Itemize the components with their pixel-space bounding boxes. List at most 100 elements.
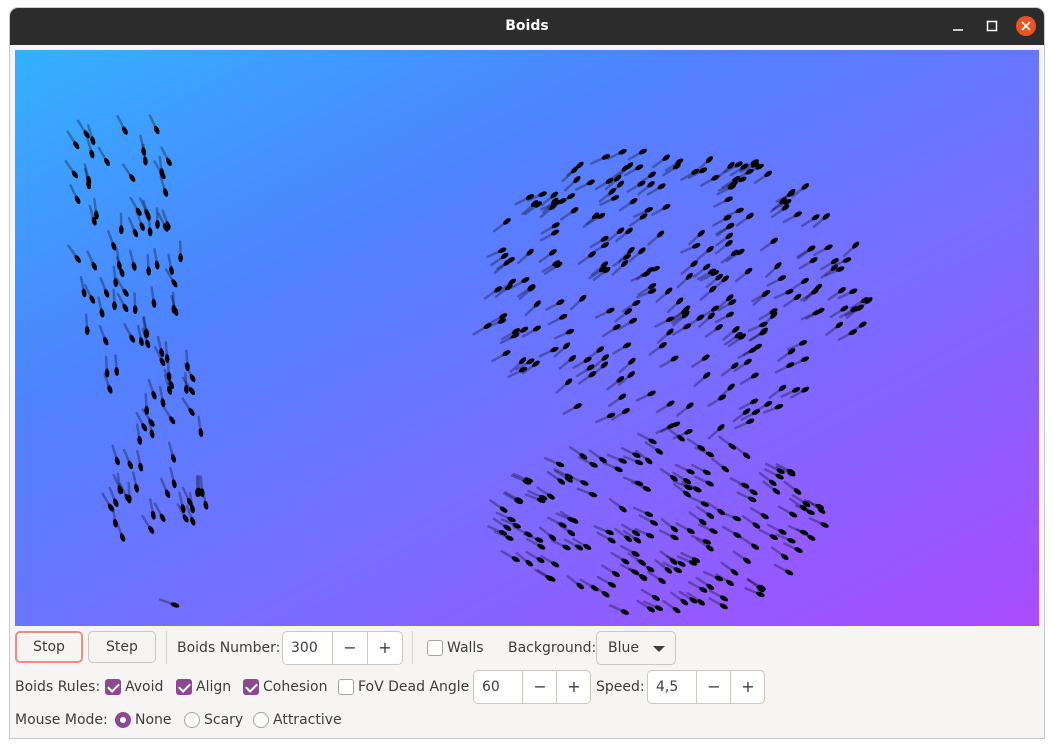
boid [132, 292, 138, 315]
boid [169, 466, 177, 489]
background-select[interactable]: Blue [596, 631, 676, 665]
stop-button[interactable]: Stop [15, 631, 83, 663]
boid [740, 536, 760, 550]
fov-angle-plus-button[interactable]: + [556, 671, 591, 703]
boids-canvas[interactable] [15, 50, 1039, 626]
boid [122, 448, 134, 470]
boid [787, 525, 809, 536]
boid [576, 487, 598, 498]
background-select-value: Blue [608, 640, 639, 656]
speed-plus-button[interactable]: + [730, 671, 765, 703]
boid [64, 159, 79, 179]
boid [578, 371, 597, 385]
boid [500, 550, 520, 563]
fov-angle-value[interactable]: 60 [482, 671, 500, 703]
mouse-scary-radio[interactable] [184, 712, 200, 728]
boid [707, 424, 725, 440]
speed-value[interactable]: 4,5 [656, 671, 678, 703]
step-button[interactable]: Step [88, 631, 156, 663]
boid [107, 230, 117, 251]
cohesion-checkbox[interactable] [243, 679, 259, 695]
boid [518, 284, 536, 300]
boid [112, 288, 117, 311]
boid [773, 288, 794, 300]
cohesion-label: Cohesion [263, 679, 328, 695]
maximize-icon[interactable] [981, 15, 1003, 37]
boid [704, 324, 723, 338]
boid [86, 250, 98, 271]
boids-number-spinner[interactable]: 300 − + [282, 631, 403, 665]
boid [197, 415, 204, 438]
boid [691, 354, 710, 368]
boid [741, 515, 761, 529]
boid [69, 184, 81, 205]
boids-number-minus-button[interactable]: − [332, 632, 367, 664]
fov-angle-spinner[interactable]: 60 − + [473, 670, 591, 704]
boid [610, 551, 630, 565]
boid [670, 591, 689, 606]
boid [805, 307, 825, 320]
boid [66, 130, 80, 150]
minimize-icon[interactable] [947, 15, 969, 37]
boid [800, 214, 820, 228]
boid [609, 604, 630, 615]
boid [720, 561, 739, 576]
boid [111, 444, 120, 466]
boid [617, 317, 638, 331]
mouse-attractive-radio[interactable] [253, 712, 269, 728]
boid [655, 400, 675, 414]
boid [675, 522, 695, 535]
boid [555, 378, 573, 394]
boids-number-plus-button[interactable]: + [367, 632, 402, 664]
boid [606, 453, 627, 464]
boid [181, 397, 195, 416]
boid [696, 245, 714, 261]
boid [512, 526, 533, 538]
boid [562, 403, 582, 415]
boid [729, 477, 750, 489]
boid [725, 248, 745, 262]
boid [489, 499, 508, 513]
boid [825, 321, 844, 336]
close-icon[interactable] [1015, 15, 1037, 37]
boid [694, 446, 715, 458]
boid [127, 217, 139, 238]
boid [718, 435, 737, 450]
boids-flock [64, 114, 873, 615]
speed-minus-button[interactable]: − [696, 671, 731, 703]
boid [158, 385, 166, 408]
boid [713, 196, 733, 208]
walls-checkbox[interactable] [427, 640, 443, 656]
boid [84, 313, 90, 336]
boid [159, 176, 169, 197]
boid [538, 249, 557, 263]
window-title: Boids [505, 18, 549, 34]
boid [491, 350, 511, 363]
boid [150, 286, 157, 308]
boid [135, 423, 143, 445]
avoid-checkbox[interactable] [105, 679, 121, 695]
boid [783, 293, 802, 308]
mouse-none-radio[interactable] [115, 712, 131, 728]
boid [148, 114, 160, 135]
boids-number-value[interactable]: 300 [291, 632, 318, 664]
fov-dead-angle-checkbox[interactable] [338, 679, 354, 695]
boid [569, 294, 587, 311]
speed-spinner[interactable]: 4,5 − + [647, 670, 765, 704]
boid [115, 256, 125, 278]
boid [635, 390, 656, 402]
boid [591, 584, 610, 598]
align-checkbox[interactable] [176, 679, 192, 695]
boid [693, 371, 711, 388]
boid [777, 505, 798, 518]
boid [651, 203, 671, 216]
boid [662, 599, 681, 614]
fov-angle-minus-button[interactable]: − [522, 671, 557, 703]
background-label: Background: [508, 640, 597, 656]
boid [153, 502, 166, 522]
boid [97, 146, 110, 166]
boid [524, 300, 541, 317]
boid [517, 248, 534, 265]
boid [676, 272, 693, 289]
title-bar[interactable]: Boids [10, 8, 1044, 45]
